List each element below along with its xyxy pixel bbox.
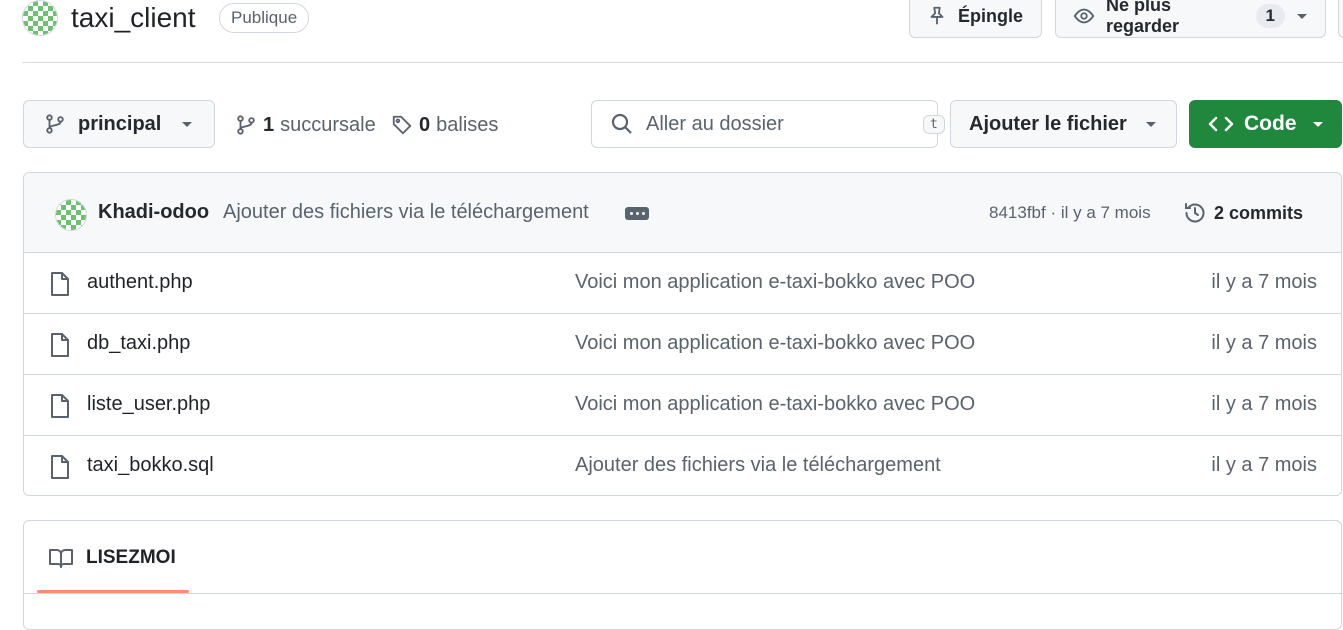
tag-icon (391, 114, 413, 136)
tags-link[interactable]: 0 balises (391, 111, 498, 139)
tags-label: balises (436, 113, 499, 136)
branch-name: principal (78, 112, 162, 135)
table-row[interactable]: taxi_bokko.sql Ajouter des fichiers via … (24, 436, 1341, 495)
git-branch-icon (235, 114, 257, 136)
branches-label: succursale (280, 113, 376, 136)
code-button[interactable]: Code (1189, 100, 1342, 148)
avatar[interactable] (55, 199, 87, 231)
keyboard-shortcut-hint: t (923, 114, 945, 134)
file-table: Khadi-odoo Ajouter des fichiers via le t… (23, 172, 1342, 496)
header-divider (22, 62, 1343, 63)
go-to-file-search[interactable]: t (591, 100, 945, 148)
table-row[interactable]: authent.php Voici mon application e-taxi… (24, 253, 1341, 314)
file-commit-message[interactable]: Voici mon application e-taxi-bokko avec … (575, 393, 975, 416)
visibility-badge: Publique (219, 3, 310, 33)
file-name[interactable]: db_taxi.php (87, 332, 190, 355)
chevron-down-icon (1311, 119, 1325, 129)
watch-button[interactable]: Ne plus regarder 1 (1055, 0, 1326, 38)
file-name[interactable]: taxi_bokko.sql (87, 454, 214, 477)
branch-selector[interactable]: principal (23, 100, 215, 148)
pin-icon (926, 5, 948, 27)
readme-panel: LISEZMOI (23, 520, 1343, 630)
branches-count: 1 (263, 113, 275, 136)
chevron-down-icon (1295, 11, 1309, 21)
commit-hash-age[interactable]: 8413fbf · il y a 7 mois (989, 203, 1151, 223)
pin-label: Épingle (958, 5, 1024, 26)
eye-icon (1072, 5, 1096, 27)
add-file-button[interactable]: Ajouter le fichier (950, 100, 1177, 148)
file-age: il y a 7 mois (1211, 393, 1317, 415)
file-name[interactable]: authent.php (87, 271, 193, 294)
file-age: il y a 7 mois (1211, 332, 1317, 354)
watch-count: 1 (1255, 4, 1285, 28)
code-label: Code (1244, 112, 1297, 135)
search-icon (610, 112, 634, 136)
commit-message[interactable]: Ajouter des fichiers via le téléchargeme… (223, 201, 589, 224)
book-icon (48, 547, 74, 569)
file-commit-message[interactable]: Voici mon application e-taxi-bokko avec … (575, 271, 975, 294)
table-row[interactable]: liste_user.php Voici mon application e-t… (24, 375, 1341, 436)
file-commit-message[interactable]: Ajouter des fichiers via le téléchargeme… (575, 454, 941, 477)
commits-count: 2 commits (1214, 202, 1304, 223)
table-row[interactable]: db_taxi.php Voici mon application e-taxi… (24, 314, 1341, 375)
add-file-label: Ajouter le fichier (969, 112, 1127, 135)
go-to-file-input[interactable] (646, 112, 911, 136)
chevron-down-icon (180, 119, 194, 129)
file-icon (49, 332, 71, 358)
star-button[interactable] (1338, 0, 1343, 38)
expand-commit-button[interactable] (625, 207, 649, 220)
commit-author[interactable]: Khadi-odoo (98, 201, 209, 224)
tags-count: 0 (419, 113, 431, 136)
file-age: il y a 7 mois (1211, 271, 1317, 293)
watch-label: Ne plus regarder (1106, 0, 1180, 36)
code-icon (1208, 113, 1234, 135)
chevron-down-icon (1144, 119, 1158, 129)
readme-tab-label: LISEZMOI (86, 547, 176, 568)
file-icon (49, 271, 71, 297)
branches-link[interactable]: 1 succursale (235, 111, 376, 139)
file-icon (49, 393, 71, 419)
repo-name[interactable]: taxi_client (71, 1, 196, 35)
git-branch-icon (44, 113, 66, 135)
latest-commit-bar: Khadi-odoo Ajouter des fichiers via le t… (24, 173, 1341, 253)
file-age: il y a 7 mois (1211, 454, 1317, 476)
commits-history-link[interactable]: 2 commits (1183, 201, 1303, 225)
file-icon (49, 454, 71, 480)
pin-button[interactable]: Épingle (909, 0, 1042, 38)
history-icon (1183, 201, 1207, 225)
repo-owner-avatar[interactable] (22, 0, 58, 36)
file-name[interactable]: liste_user.php (87, 393, 210, 416)
readme-divider (24, 593, 1343, 594)
file-commit-message[interactable]: Voici mon application e-taxi-bokko avec … (575, 332, 975, 355)
readme-tab[interactable]: LISEZMOI (48, 547, 176, 569)
